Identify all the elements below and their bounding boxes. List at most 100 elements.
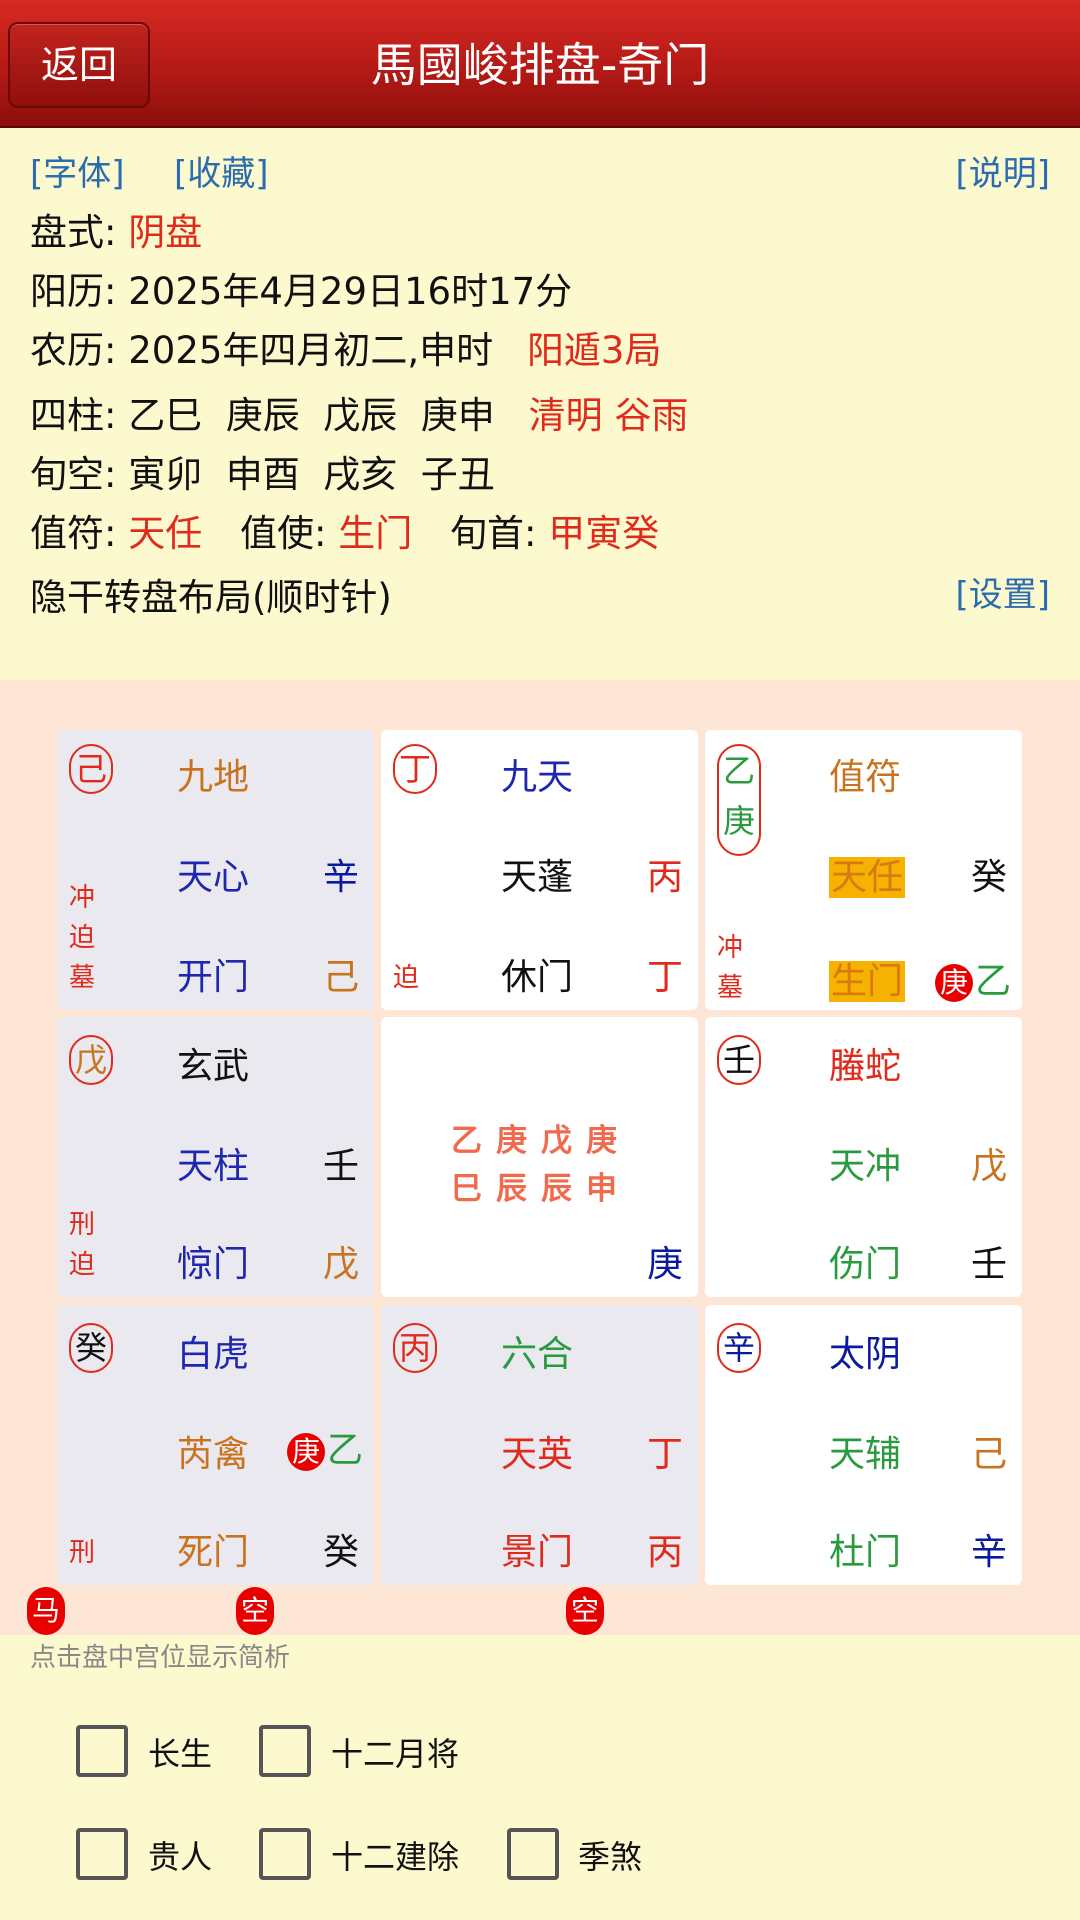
xunkong-row: 旬空: 寅卯 申酉 戌亥 子丑 bbox=[30, 444, 495, 498]
pan-value: 阴盘 bbox=[128, 211, 203, 254]
star: 天英 bbox=[501, 1434, 574, 1475]
star: 天冲 bbox=[829, 1146, 902, 1187]
zhishi-label: 值使: bbox=[240, 512, 327, 555]
help-link[interactable]: [说明] bbox=[955, 146, 1050, 195]
four-pillars-branches: 巳辰辰申 bbox=[451, 1171, 631, 1207]
palace-top-middle[interactable]: 丁 九天 天蓬 丙 休门 丁 迫 bbox=[381, 730, 698, 1010]
xunshou-value: 甲寅癸 bbox=[548, 512, 660, 555]
checkbox-changsheng[interactable] bbox=[76, 1725, 128, 1777]
palace-stem-circle: 辛 bbox=[717, 1323, 761, 1373]
horse-badge: 马 bbox=[27, 1587, 65, 1635]
checkbox-jisha[interactable] bbox=[507, 1828, 559, 1880]
star: 天心 bbox=[177, 857, 250, 898]
font-link[interactable]: [字体] bbox=[30, 146, 125, 195]
palace-center[interactable]: 乙庚戊庚 巳辰辰申 庚 bbox=[381, 1017, 698, 1297]
lunar-value: 2025年四月初二,申时 bbox=[128, 329, 494, 372]
side-mark: 迫 bbox=[69, 1250, 96, 1280]
palace-bottom-middle[interactable]: 丙 六合 天英 丁 景门 丙 bbox=[381, 1305, 698, 1585]
palace-top-right[interactable]: 乙 庚 值符 天任 癸 生门 庚乙 冲 墓 bbox=[705, 730, 1022, 1010]
deity: 玄武 bbox=[177, 1046, 250, 1087]
palace-middle-left[interactable]: 戊 玄武 天柱 壬 惊门 戊 刑 迫 bbox=[57, 1017, 374, 1297]
checkbox-jianchu-label: 十二建除 bbox=[331, 1838, 460, 1876]
hint-text: 点击盘中宫位显示简析 bbox=[30, 1643, 291, 1673]
side-marks: 冲 迫 墓 bbox=[69, 878, 95, 998]
checkbox-changsheng-label: 长生 bbox=[148, 1735, 213, 1773]
side-mark: 冲 bbox=[69, 883, 96, 913]
zhifu-row: 值符: 天任 值使: 生门 旬首: 甲寅癸 bbox=[30, 503, 659, 557]
four-pillars-stems: 乙庚戊庚 bbox=[451, 1123, 631, 1159]
checkbox-jianchu[interactable] bbox=[259, 1828, 311, 1880]
star-stem: 壬 bbox=[323, 1146, 360, 1187]
checkbox-yuejiang[interactable] bbox=[259, 1725, 311, 1777]
star-stem: 己 bbox=[971, 1434, 1008, 1475]
door: 杜门 bbox=[829, 1532, 902, 1573]
zhishi-value: 生门 bbox=[338, 512, 413, 555]
pan-row: 盘式: 阴盘 bbox=[30, 202, 202, 256]
deity: 白虎 bbox=[177, 1334, 250, 1375]
side-marks: 冲 墓 bbox=[717, 928, 743, 1008]
xunkong-value: 寅卯 申酉 戌亥 子丑 bbox=[128, 453, 495, 496]
palace-stem-circle: 丙 bbox=[393, 1323, 437, 1373]
deity: 九地 bbox=[177, 757, 250, 798]
palace-top-left[interactable]: 己 九地 天心 辛 开门 己 冲 迫 墓 bbox=[57, 730, 374, 1010]
side-mark: 迫 bbox=[393, 963, 420, 993]
door-stem: 壬 bbox=[971, 1244, 1008, 1285]
title-bar: 返回 馬國峻排盘-奇门 bbox=[0, 0, 1080, 128]
xunshou-label: 旬首: bbox=[450, 512, 537, 555]
checkbox-yuejiang-label: 十二月将 bbox=[331, 1735, 460, 1773]
deity: 九天 bbox=[501, 757, 574, 798]
star: 天柱 bbox=[177, 1146, 250, 1187]
door-stem: 己 bbox=[323, 957, 360, 998]
star-stem-group: 庚乙 bbox=[287, 1421, 363, 1473]
pillars-label: 四柱: bbox=[30, 394, 117, 437]
star-stem: 丙 bbox=[647, 857, 684, 898]
solar-value: 2025年4月29日16时17分 bbox=[128, 270, 573, 313]
door: 开门 bbox=[177, 957, 250, 998]
pan-label: 盘式: bbox=[30, 211, 117, 254]
palace-stem-circle: 壬 bbox=[717, 1035, 761, 1085]
deity: 六合 bbox=[501, 1334, 574, 1375]
door-stem: 癸 bbox=[323, 1532, 360, 1573]
favorite-link[interactable]: [收藏] bbox=[174, 146, 269, 195]
solar-row: 阳历: 2025年4月29日16时17分 bbox=[30, 261, 572, 315]
side-marks: 刑 迫 bbox=[69, 1205, 95, 1285]
zhifu-label: 值符: bbox=[30, 512, 117, 555]
side-mark: 墓 bbox=[69, 963, 96, 993]
door: 伤门 bbox=[829, 1244, 902, 1285]
star-highlight: 天任 bbox=[829, 857, 906, 898]
door-stem: 丁 bbox=[647, 957, 684, 998]
door-stem: 辛 bbox=[971, 1532, 1008, 1573]
center-stem: 庚 bbox=[647, 1244, 684, 1285]
xunkong-label: 旬空: bbox=[30, 453, 117, 496]
pillars-row: 四柱: 乙巳 庚辰 戊辰 庚申 清明 谷雨 bbox=[30, 385, 688, 439]
star: 芮禽 bbox=[177, 1434, 250, 1475]
side-mark: 冲 bbox=[717, 933, 744, 963]
side-mark: 墓 bbox=[717, 973, 744, 1003]
door: 生门 bbox=[829, 952, 906, 1004]
palace-bottom-left[interactable]: 癸 白虎 芮禽 庚乙 死门 癸 刑 bbox=[57, 1305, 374, 1585]
palace-bottom-right[interactable]: 辛 太阴 天辅 己 杜门 辛 bbox=[705, 1305, 1022, 1585]
door: 死门 bbox=[177, 1532, 250, 1573]
layout-mode: 隐干转盘布局(顺时针) bbox=[30, 576, 392, 619]
geng-dot: 庚 bbox=[287, 1433, 325, 1471]
door-stem: 丙 bbox=[647, 1532, 684, 1573]
door-stem: 乙 bbox=[975, 961, 1012, 1002]
door: 休门 bbox=[501, 957, 574, 998]
zhifu-value: 天任 bbox=[128, 512, 203, 555]
door-stem-group: 庚乙 bbox=[935, 952, 1011, 1004]
star-stem: 辛 bbox=[323, 857, 360, 898]
palace-middle-right[interactable]: 壬 螣蛇 天冲 戊 伤门 壬 bbox=[705, 1017, 1022, 1297]
settings-link[interactable]: [设置] bbox=[955, 567, 1050, 616]
star: 天蓬 bbox=[501, 857, 574, 898]
checkbox-guiren[interactable] bbox=[76, 1828, 128, 1880]
door: 景门 bbox=[501, 1532, 574, 1573]
checkbox-guiren-label: 贵人 bbox=[148, 1838, 213, 1876]
deity: 螣蛇 bbox=[829, 1046, 902, 1087]
deity: 太阴 bbox=[829, 1334, 902, 1375]
empty-badge: 空 bbox=[236, 1587, 274, 1635]
palace-stem-circle: 己 bbox=[69, 744, 113, 794]
star-stem: 戊 bbox=[971, 1146, 1008, 1187]
palace-stem: 乙 bbox=[722, 752, 755, 790]
solar-terms: 清明 谷雨 bbox=[528, 394, 689, 437]
palace-stem-circle: 乙 庚 bbox=[717, 744, 761, 856]
